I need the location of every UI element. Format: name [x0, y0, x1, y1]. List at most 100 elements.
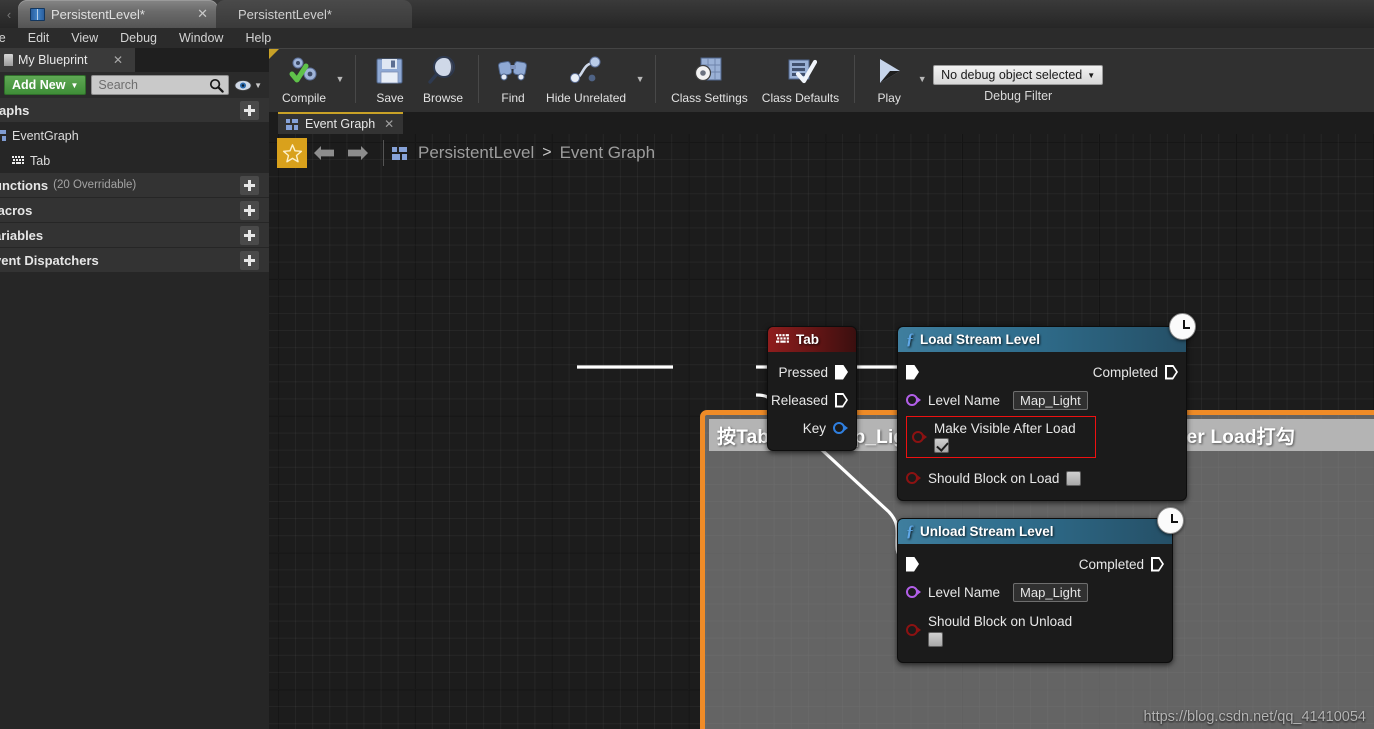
- checkbox-should-block-on-load[interactable]: [1066, 470, 1082, 486]
- compile-button[interactable]: Compile: [275, 49, 333, 109]
- data-pin-key[interactable]: [833, 421, 848, 435]
- section-graphs: raphs: [0, 98, 269, 123]
- play-button[interactable]: Play: [863, 49, 915, 109]
- menu-debug[interactable]: Debug: [109, 28, 168, 48]
- window-tab-persistentlevel-inactive[interactable]: PersistentLevel*: [216, 0, 412, 28]
- list-item-label: Tab: [30, 153, 51, 168]
- node-header[interactable]: ƒ Load Stream Level: [898, 327, 1186, 352]
- window-tab-persistentlevel-active[interactable]: PersistentLevel* ✕: [18, 0, 218, 28]
- nav-forward-button[interactable]: [341, 138, 375, 168]
- debug-filter-group: No debug object selected ▼ Debug Filter: [933, 49, 1104, 103]
- pin-label: Key: [802, 420, 826, 436]
- node-tab-event[interactable]: Tab Pressed Released Key: [767, 326, 857, 451]
- pin-row-exec[interactable]: Completed: [898, 358, 1186, 386]
- breadcrumb-leaf[interactable]: Event Graph: [560, 143, 655, 163]
- close-icon[interactable]: ✕: [197, 7, 208, 20]
- tabstrip-left-nub: ‹: [6, 6, 12, 22]
- find-button[interactable]: Find: [487, 49, 539, 109]
- pin-row-should-block-on-load[interactable]: Should Block on Load: [898, 464, 1186, 492]
- class-settings-button[interactable]: Class Settings: [664, 49, 755, 109]
- checkbox-should-block-on-unload[interactable]: [928, 631, 943, 647]
- pin-row-make-visible-after-load[interactable]: Make Visible After Load: [898, 414, 1186, 460]
- add-macro-button[interactable]: [240, 201, 259, 220]
- add-function-button[interactable]: [240, 176, 259, 195]
- main-toolbar: Compile ▼ Save Browse Find Hide Unrelate…: [269, 48, 1374, 112]
- exec-pin-in[interactable]: [906, 364, 919, 380]
- function-icon: ƒ: [906, 330, 914, 348]
- exec-pin-pressed[interactable]: [835, 364, 848, 380]
- close-icon[interactable]: ✕: [384, 117, 394, 131]
- data-pin-level-name[interactable]: [906, 393, 921, 407]
- search-input[interactable]: [92, 76, 229, 94]
- close-icon[interactable]: ✕: [113, 53, 123, 67]
- section-macros-title: lacros: [0, 202, 33, 218]
- visibility-filter-button[interactable]: ▼: [234, 79, 265, 92]
- search-field-wrapper[interactable]: [91, 75, 230, 95]
- play-icon: [880, 59, 901, 83]
- data-pin-should-block-on-load[interactable]: [906, 471, 921, 485]
- pin-row-exec[interactable]: Completed: [898, 550, 1172, 578]
- data-pin-should-block-on-unload[interactable]: [906, 623, 921, 637]
- data-pin-make-visible[interactable]: [912, 430, 927, 444]
- exec-pin-completed[interactable]: [1151, 557, 1164, 572]
- nav-back-button[interactable]: [307, 138, 341, 168]
- play-options-dropdown[interactable]: ▼: [915, 49, 929, 109]
- browse-button[interactable]: Browse: [416, 49, 470, 109]
- my-blueprint-panel: My Blueprint ✕ Add New ▼ Search ▼ aphs E…: [0, 48, 269, 729]
- node-header[interactable]: Tab: [768, 327, 856, 352]
- add-event-dispatcher-button[interactable]: [240, 251, 259, 270]
- menu-window[interactable]: Window: [168, 28, 234, 48]
- breadcrumb-root[interactable]: PersistentLevel: [418, 143, 534, 163]
- menu-help[interactable]: Help: [234, 28, 282, 48]
- class-settings-icon: [695, 57, 722, 82]
- list-item-eventgraph[interactable]: EventGraph: [0, 123, 269, 148]
- pin-row-level-name[interactable]: Level Name Map_Light: [898, 386, 1186, 414]
- pin-label: Released: [770, 392, 828, 408]
- node-load-stream-level[interactable]: ƒ Load Stream Level Completed Level Name…: [897, 313, 1196, 501]
- pin-row-level-name[interactable]: Level Name Map_Light: [898, 578, 1172, 606]
- node-header[interactable]: ƒ Unload Stream Level: [898, 519, 1172, 544]
- function-icon: ƒ: [906, 522, 914, 540]
- pin-row-released[interactable]: Released: [768, 386, 856, 414]
- menu-file[interactable]: le: [0, 28, 17, 48]
- debug-object-select[interactable]: No debug object selected ▼: [933, 65, 1104, 85]
- list-item-tab-event[interactable]: Tab: [0, 148, 269, 173]
- graph-icon: [286, 118, 299, 130]
- level-name-value[interactable]: Map_Light: [1013, 582, 1088, 602]
- level-name-value[interactable]: Map_Light: [1013, 390, 1088, 410]
- class-defaults-button[interactable]: Class Defaults: [755, 49, 846, 109]
- exec-pin-released[interactable]: [835, 393, 848, 408]
- bookmark-star-button[interactable]: [277, 138, 307, 168]
- pin-label: Should Block on Load: [928, 470, 1060, 486]
- add-new-button[interactable]: Add New ▼: [4, 75, 87, 95]
- node-unload-stream-level[interactable]: ƒ Unload Stream Level Completed Level Na…: [897, 507, 1184, 663]
- blueprint-editor-window: ‹ PersistentLevel* ✕ PersistentLevel* le…: [0, 0, 1374, 729]
- tab-event-graph[interactable]: Event Graph ✕: [278, 112, 404, 134]
- hide-unrelated-button[interactable]: Hide Unrelated: [539, 49, 633, 109]
- compile-options-dropdown[interactable]: ▼: [333, 49, 347, 109]
- tab-event-graph-label: Event Graph: [305, 117, 376, 131]
- event-graph-canvas[interactable]: PersistentLevel > Event Graph 按Tab键控制Map…: [269, 134, 1374, 729]
- book-icon: [30, 7, 45, 21]
- pin-row-should-block-on-unload[interactable]: Should Block on Unload: [898, 606, 1172, 654]
- pin-row-key[interactable]: Key: [768, 414, 856, 442]
- pin-label: Level Name: [928, 584, 1001, 600]
- browse-icon: [428, 56, 456, 84]
- add-graph-button[interactable]: [240, 101, 259, 120]
- exec-pin-in[interactable]: [906, 556, 919, 572]
- save-button[interactable]: Save: [364, 49, 416, 109]
- exec-pin-completed[interactable]: [1165, 365, 1178, 380]
- compile-label: Compile: [282, 91, 327, 105]
- menu-view[interactable]: View: [60, 28, 109, 48]
- checkbox-make-visible-after-load[interactable]: [934, 438, 949, 453]
- menu-edit[interactable]: Edit: [17, 28, 61, 48]
- hide-unrelated-dropdown[interactable]: ▼: [633, 49, 647, 109]
- add-variable-button[interactable]: [240, 226, 259, 245]
- pin-row-pressed[interactable]: Pressed: [768, 358, 856, 386]
- data-pin-level-name[interactable]: [906, 585, 921, 599]
- eye-icon: [234, 79, 252, 91]
- hide-unrelated-label: Hide Unrelated: [546, 91, 627, 105]
- pin-label: Completed: [1078, 556, 1144, 572]
- tab-my-blueprint[interactable]: My Blueprint ✕: [0, 48, 135, 72]
- toolbar-separator: [478, 55, 480, 103]
